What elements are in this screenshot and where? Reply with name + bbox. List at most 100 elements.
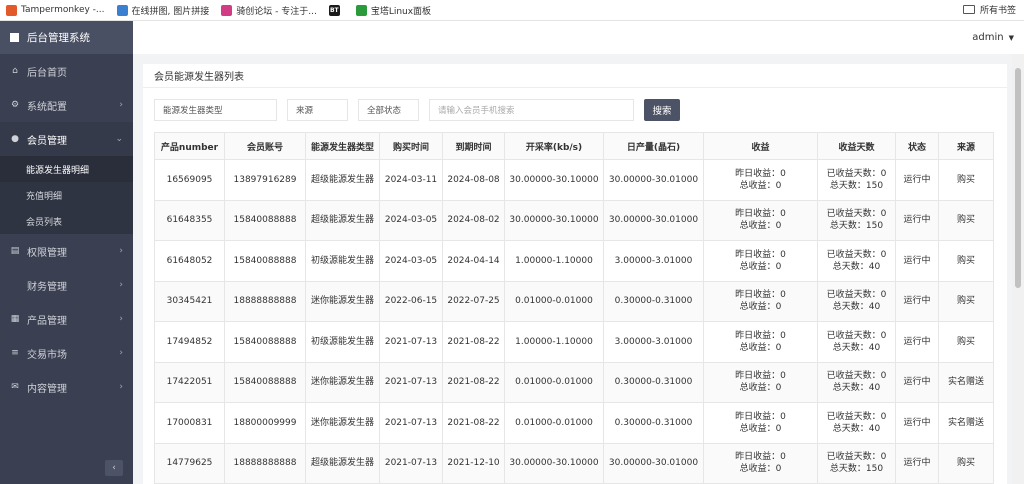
sidebar-subitem[interactable]: 能源发生器明细	[0, 156, 133, 182]
sidebar-brand[interactable]: 后台管理系统	[0, 21, 133, 54]
cell-number: 17000831	[154, 402, 225, 444]
cell-rate: 0.01000-0.01000	[504, 361, 604, 403]
vertical-scrollbar[interactable]	[1012, 54, 1024, 484]
bookmark-item[interactable]: 骑创论坛 - 专注于...	[221, 4, 317, 17]
table-row[interactable]: 17494852 15840088888 初级源能发生器 2021-07-13 2021…	[154, 321, 994, 363]
yesterday-income: 昨日收益：0	[735, 168, 786, 179]
total-income: 总收益：0	[739, 383, 782, 394]
total-days: 总天数：40	[832, 342, 881, 353]
sidebar-subitem[interactable]: 会员列表	[0, 208, 133, 234]
caret-down-icon: ▼	[1008, 33, 1014, 42]
cell-status: 运行中	[895, 442, 939, 484]
cell-source: 实名赠送	[938, 402, 994, 444]
cell-income: 昨日收益：0 总收益：0	[703, 321, 818, 363]
column-header: 收益	[703, 132, 818, 160]
cell-status: 运行中	[895, 361, 939, 403]
sidebar-item[interactable]: ▤ 权限管理 ›	[0, 234, 133, 268]
cell-rate: 1.00000-1.10000	[504, 240, 604, 282]
sidebar-item[interactable]: ● 会员管理 ⌄	[0, 122, 133, 156]
search-input[interactable]: 请输入会员手机搜索	[429, 99, 634, 121]
column-header: 收益天数	[817, 132, 896, 160]
chevron-down-icon: ⌄	[115, 134, 123, 144]
cell-source: 购买	[938, 159, 994, 201]
cell-buy: 2021-07-13	[379, 402, 443, 444]
sidebar-item[interactable]: ✉ 内容管理 ›	[0, 370, 133, 404]
cell-buy: 2021-07-13	[379, 442, 443, 484]
cell-expire: 2022-07-25	[442, 280, 505, 322]
list-icon: ▤	[10, 246, 20, 256]
source-select[interactable]: 来源	[287, 99, 348, 121]
table-row[interactable]: 14779625 18888888888 超级能源发生器 2021-07-13 2021…	[154, 442, 994, 484]
total-days: 总天数：40	[832, 261, 881, 272]
sidebar-item[interactable]: ≡ 交易市场 ›	[0, 336, 133, 370]
chevron-right-icon: ›	[119, 314, 123, 324]
cell-expire: 2024-08-08	[442, 159, 505, 201]
type-select[interactable]: 能源发生器类型	[154, 99, 277, 121]
puzzle-icon	[116, 4, 128, 16]
cell-expire: 2021-08-22	[442, 361, 505, 403]
table-body: 16569095 13897916289 超级能源发生器 2024-03-11 2024…	[154, 159, 994, 484]
sidebar-subitem[interactable]: 充值明细	[0, 182, 133, 208]
table-row[interactable]: 30345421 18888888888 迷你能源发生器 2022-06-15 2022…	[154, 280, 994, 322]
all-bookmarks-button[interactable]: 所有书签	[962, 3, 1016, 16]
cell-source: 购买	[938, 442, 994, 484]
scrollbar-thumb[interactable]	[1015, 68, 1021, 288]
bookmark-item[interactable]: Tampermonkey -...	[6, 4, 105, 16]
user-menu[interactable]: admin ▼	[972, 32, 1014, 43]
table-row[interactable]: 61648052 15840088888 初级源能发生器 2024-03-05 2024…	[154, 240, 994, 282]
home-icon: ⌂	[12, 66, 18, 76]
cell-status: 运行中	[895, 321, 939, 363]
cell-source: 购买	[938, 199, 994, 241]
table-row[interactable]: 17000831 18800009999 迷你能源发生器 2021-07-13 2021…	[154, 402, 994, 444]
cell-rate: 0.01000-0.01000	[504, 402, 604, 444]
cell-daily: 30.00000-30.01000	[603, 159, 704, 201]
table-row[interactable]: 17422051 15840088888 迷你能源发生器 2021-07-13 2021…	[154, 361, 994, 403]
bookmarks-bar: Tampermonkey -... 在线拼图, 图片拼接 骑创论坛 - 专注于...…	[0, 0, 1024, 21]
sidebar-item-label: 产品管理	[27, 315, 67, 327]
cell-type: 超级能源发生器	[305, 199, 380, 241]
sidebar-item-label: 系统配置	[27, 101, 67, 113]
sidebar-collapse-button[interactable]: ‹	[105, 460, 123, 476]
sidebar-item[interactable]: ▦ 产品管理 ›	[0, 302, 133, 336]
sidebar-item[interactable]: ⚙ 系统配置 ›	[0, 88, 133, 122]
forum-icon	[221, 4, 233, 16]
cell-number: 61648052	[154, 240, 225, 282]
cell-income-days: 已收益天数：0 总天数：40	[817, 402, 896, 444]
sidebar-item[interactable]: 财务管理 ›	[0, 268, 133, 302]
search-button[interactable]: 搜索	[644, 99, 680, 121]
total-days: 总天数：40	[832, 302, 881, 313]
top-bar: admin ▼	[133, 21, 1024, 54]
total-income: 总收益：0	[739, 261, 782, 272]
cell-daily: 3.00000-3.01000	[603, 321, 704, 363]
cell-account: 15840088888	[224, 321, 306, 363]
earned-days: 已收益天数：0	[826, 290, 887, 301]
cell-account: 13897916289	[224, 159, 306, 201]
cell-status: 运行中	[895, 159, 939, 201]
earned-days: 已收益天数：0	[826, 168, 887, 179]
cell-rate: 30.00000-30.10000	[504, 442, 604, 484]
bookmark-item[interactable]: 宝塔Linux面板	[355, 4, 431, 17]
sidebar-item[interactable]: ⌂ 后台首页	[0, 54, 133, 88]
cell-income-days: 已收益天数：0 总天数：40	[817, 280, 896, 322]
status-select[interactable]: 全部状态	[358, 99, 419, 121]
cell-income: 昨日收益：0 总收益：0	[703, 159, 818, 201]
cell-income: 昨日收益：0 总收益：0	[703, 442, 818, 484]
bookmark-item[interactable]: 在线拼图, 图片拼接	[116, 4, 209, 17]
table-row[interactable]: 61648355 15840088888 超级能源发生器 2024-03-05 2024…	[154, 199, 994, 241]
cell-daily: 30.00000-30.01000	[603, 442, 704, 484]
bookmark-item[interactable]: BT	[328, 4, 344, 16]
yesterday-income: 昨日收益：0	[735, 411, 786, 422]
tampermonkey-icon	[6, 4, 17, 16]
yesterday-income: 昨日收益：0	[735, 249, 786, 260]
cell-account: 15840088888	[224, 361, 306, 403]
panel-title: 会员能源发生器列表	[143, 64, 1007, 88]
cell-type: 超级能源发生器	[305, 442, 380, 484]
table-row[interactable]: 16569095 13897916289 超级能源发生器 2024-03-11 2024…	[154, 159, 994, 201]
sidebar-item-label: 会员管理	[27, 135, 67, 147]
all-bookmarks-label: 所有书签	[979, 6, 1016, 16]
earned-days: 已收益天数：0	[826, 452, 887, 463]
cell-number: 17422051	[154, 361, 225, 403]
cell-account: 15840088888	[224, 240, 306, 282]
cell-income-days: 已收益天数：0 总天数：40	[817, 361, 896, 403]
cell-account: 18888888888	[224, 442, 306, 484]
